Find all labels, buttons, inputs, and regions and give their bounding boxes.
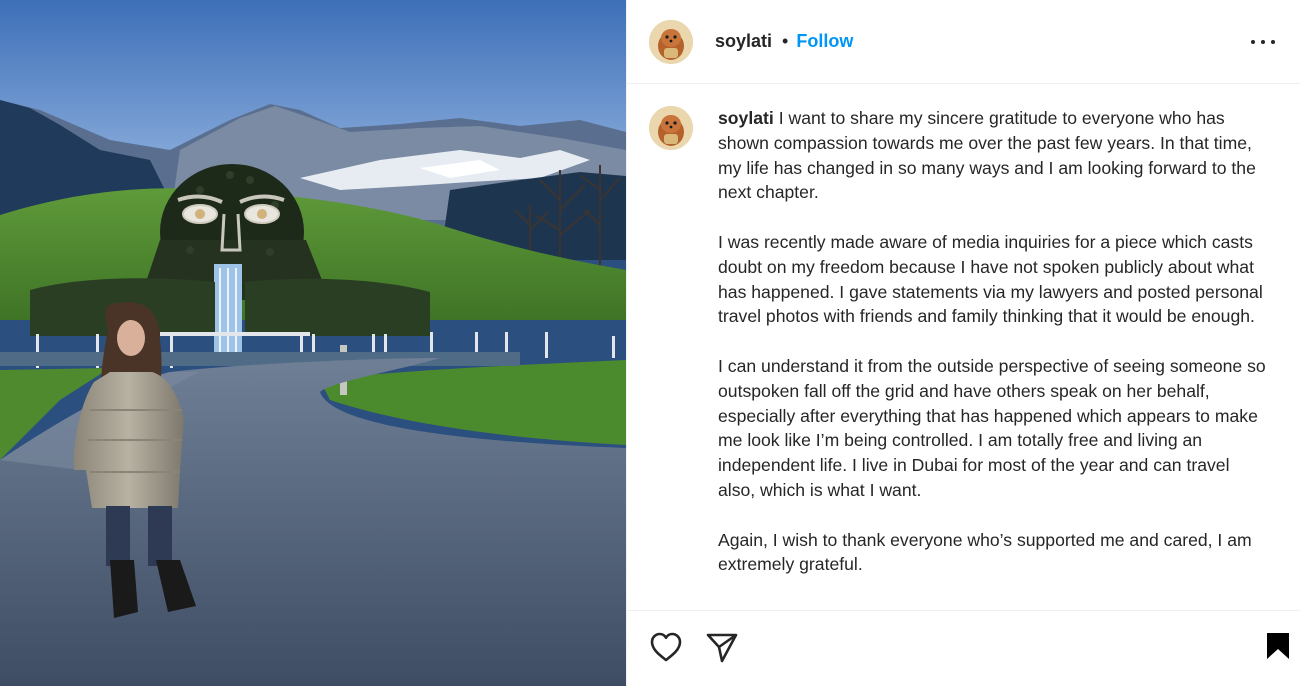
- caption-row: soylati I want to share my sincere gratit…: [627, 84, 1300, 577]
- caption-text: soylati I want to share my sincere gratit…: [718, 106, 1271, 577]
- caption-scroll-area[interactable]: soylati I want to share my sincere gratit…: [627, 84, 1300, 610]
- post-side-panel: soylati • Follow soylati I want to share…: [626, 0, 1300, 686]
- caption-username[interactable]: soylati: [718, 108, 774, 128]
- more-horizontal-icon[interactable]: [1251, 32, 1275, 52]
- follow-button[interactable]: Follow: [796, 31, 853, 52]
- caption-paragraph-2: I was recently made aware of media inqui…: [718, 231, 1263, 327]
- caption-paragraph-1: I want to share my sincere gratitude to …: [718, 108, 1256, 203]
- post-photo[interactable]: [0, 0, 626, 686]
- post-header: soylati • Follow: [627, 0, 1300, 84]
- bookmark-icon[interactable]: [1265, 631, 1291, 661]
- post-modal: soylati • Follow soylati I want to share…: [0, 0, 1300, 686]
- avatar-image: [649, 19, 693, 64]
- avatar[interactable]: [649, 19, 693, 64]
- caption-paragraph-4: Again, I wish to thank everyone who’s su…: [718, 529, 1252, 575]
- heart-icon[interactable]: [649, 631, 683, 663]
- caption-avatar-image: [649, 106, 693, 150]
- caption-avatar[interactable]: [649, 106, 693, 150]
- header-separator: •: [782, 31, 789, 51]
- photo-illustration: [0, 0, 626, 686]
- header-username[interactable]: soylati: [715, 31, 772, 52]
- caption-paragraph-3: I can understand it from the outside per…: [718, 355, 1266, 500]
- action-bar: [627, 610, 1300, 686]
- caption-paragraph: soylati I want to share my sincere gratit…: [718, 106, 1271, 205]
- paper-plane-icon[interactable]: [705, 631, 739, 663]
